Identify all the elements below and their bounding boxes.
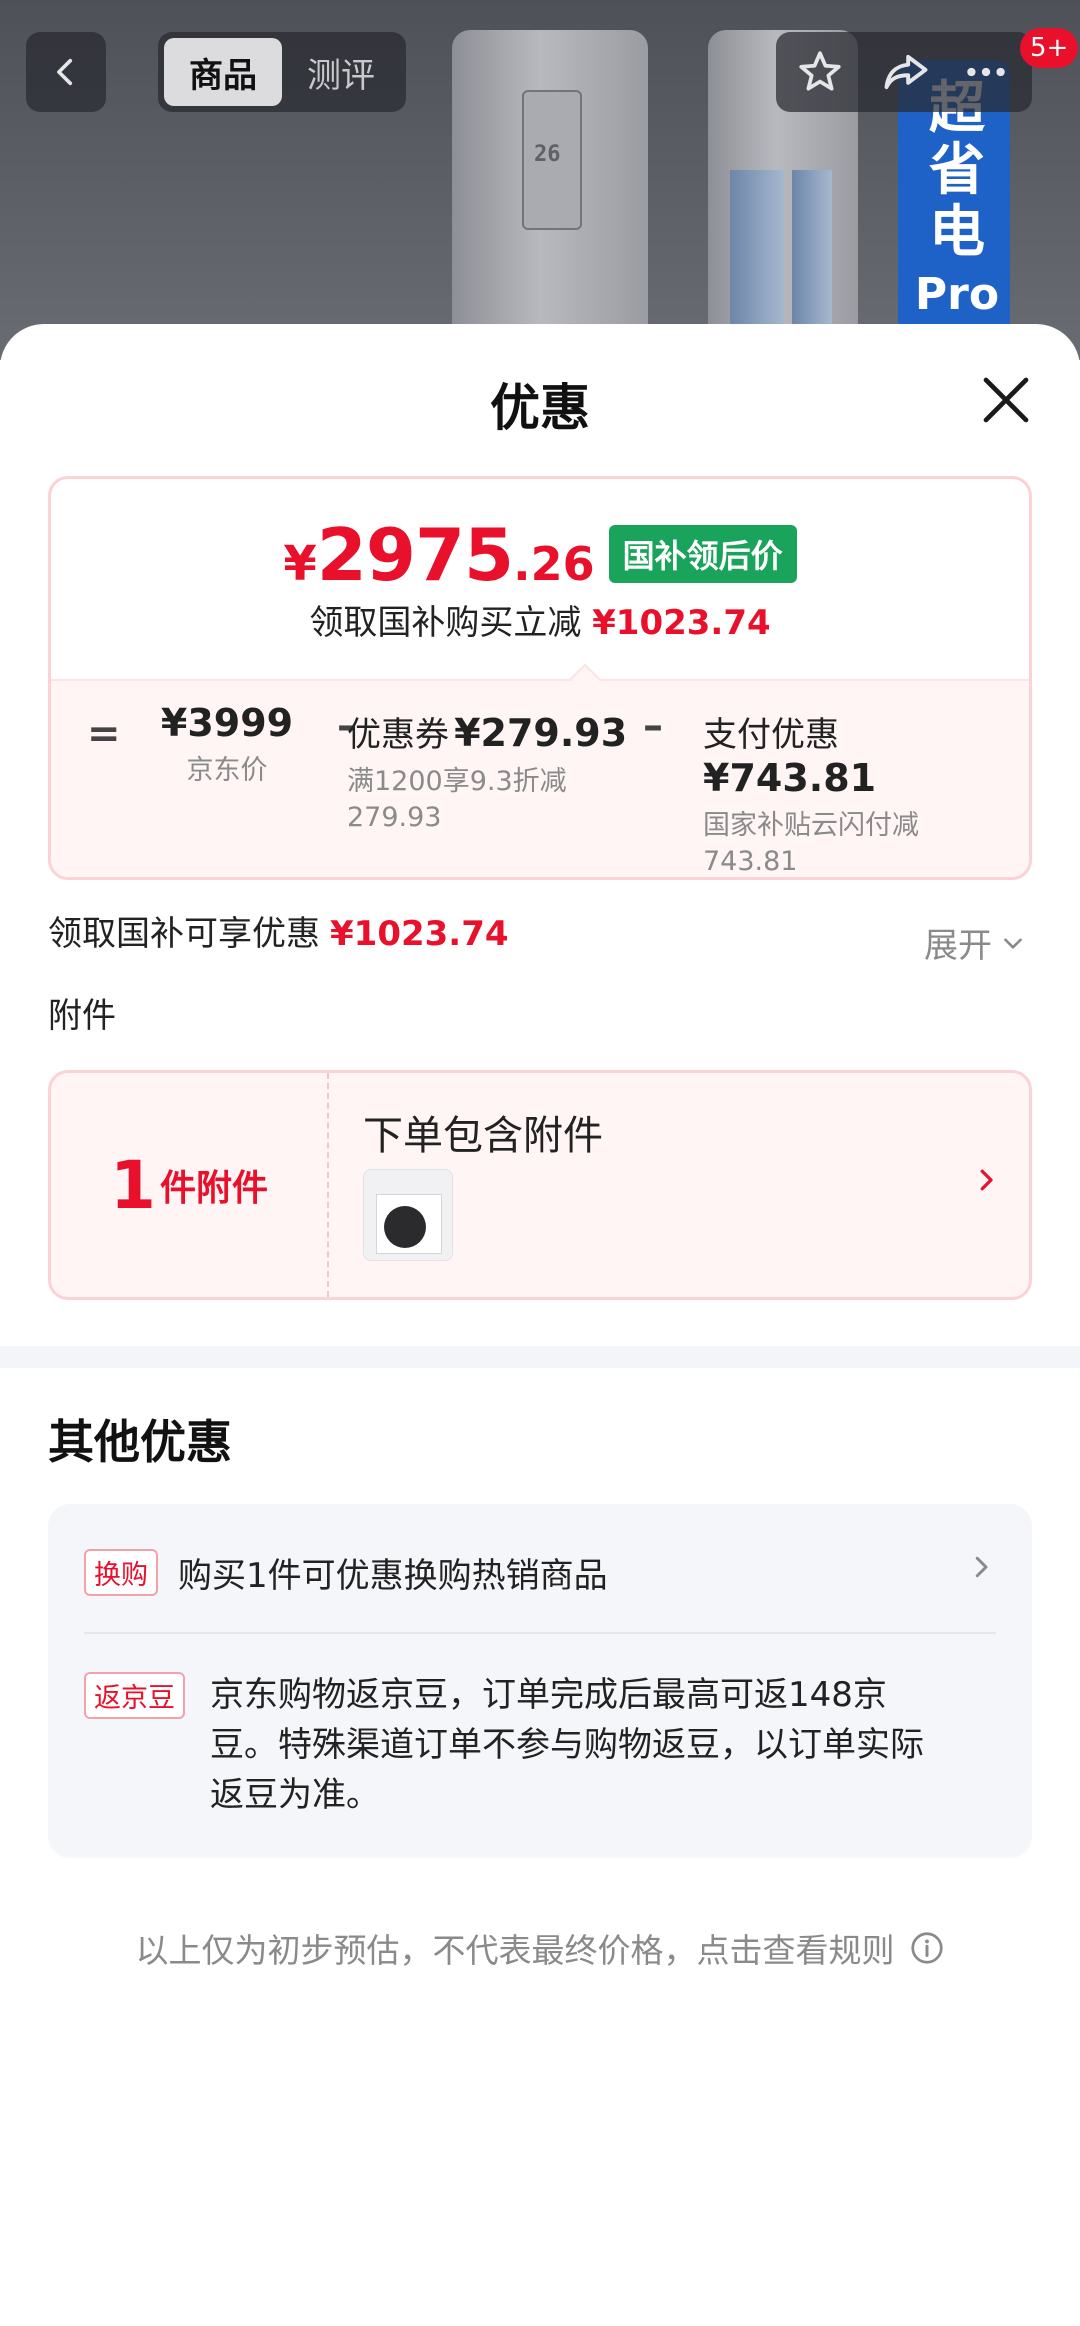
more-button[interactable] <box>956 42 1016 102</box>
info-icon <box>910 1932 943 1964</box>
price-disclaimer[interactable]: 以上仅为初步预估，不代表最终价格，点击查看规则 <box>0 1924 1080 1972</box>
other-offers-title: 其他优惠 <box>48 1415 232 1469</box>
sheet-title: 优惠 <box>490 379 590 437</box>
trade-in-tag: 换购 <box>84 1549 158 1596</box>
final-price-row: ¥ 2975 .26 国补领后价 <box>51 513 1029 597</box>
jingdou-tag: 返京豆 <box>84 1672 185 1719</box>
accessory-thumbnail <box>363 1169 453 1261</box>
accessory-title: 下单包含附件 <box>363 1113 603 1159</box>
jingdou-text: 京东购物返京豆，订单完成后最高可返148京豆。特殊渠道订单不参与购物返豆，以订单… <box>210 1675 924 1815</box>
trade-in-offer-row[interactable]: 换购 购买1件可优惠换购热销商品 <box>84 1548 996 1597</box>
price-breakdown-card: ¥ 2975 .26 国补领后价 领取国补购买立减 ¥1023.74 = ¥39… <box>48 476 1032 880</box>
product-header: 26 超 省 电 Pro 商品 测评 5+ <box>0 0 1080 360</box>
tab-reviews[interactable]: 测评 <box>282 38 400 106</box>
subsidy-reduce-line: 领取国补购买立减 ¥1023.74 <box>309 603 771 643</box>
product-image-unit-left: 26 <box>452 30 648 360</box>
calc-payment: 支付优惠 ¥743.81 国家补贴云闪付减743.81 <box>703 715 919 877</box>
notification-badge: 5+ <box>1020 28 1079 68</box>
accessory-section-label: 附件 <box>48 996 116 1036</box>
calc-equals: = <box>87 711 121 757</box>
favorite-button[interactable] <box>790 42 850 102</box>
chevron-left-icon <box>57 58 73 86</box>
fan-icon <box>384 1206 426 1248</box>
chevron-right-icon <box>980 1169 993 1191</box>
dashed-divider <box>327 1073 329 1297</box>
star-icon <box>799 51 841 91</box>
accessory-count: 1 件附件 <box>110 1146 268 1224</box>
expand-button[interactable]: 展开 <box>924 918 1026 967</box>
unit-display-reading: 26 <box>534 142 561 167</box>
section-separator <box>0 1346 1080 1368</box>
close-icon[interactable] <box>976 370 1036 430</box>
back-button[interactable] <box>26 32 106 112</box>
banner-text: 超 省 电 Pro <box>914 78 1000 321</box>
tab-product[interactable]: 商品 <box>164 38 282 106</box>
calc-base-price: ¥3999 京东价 <box>160 701 294 786</box>
final-price: ¥ 2975 .26 <box>283 513 595 597</box>
share-button[interactable] <box>876 42 936 102</box>
share-icon <box>884 54 928 90</box>
accessory-card[interactable]: 1 件附件 下单包含附件 <box>48 1070 1032 1300</box>
subsidy-summary: 领取国补可享优惠 ¥1023.74 <box>48 914 509 954</box>
chevron-down-icon <box>1004 937 1022 949</box>
more-dots-icon <box>967 67 1005 77</box>
discount-sheet: 优惠 ¥ 2975 .26 国补领后价 领取国补购买立减 ¥1023.74 = … <box>0 324 1080 2326</box>
subsidy-price-tag: 国补领后价 <box>608 525 797 583</box>
divider <box>84 1632 996 1634</box>
header-tab-switcher: 商品 测评 <box>158 32 406 112</box>
other-offers-card: 换购 购买1件可优惠换购热销商品 返京豆 京东购物返京豆，订单完成后最高可返14… <box>48 1504 1032 1858</box>
calc-coupon: 优惠券 ¥279.93 满1200享9.3折减279.93 <box>347 711 628 833</box>
chevron-right-icon <box>975 1556 988 1578</box>
header-actions <box>776 32 1032 112</box>
calc-minus-2: – <box>643 703 663 749</box>
trade-in-text: 购买1件可优惠换购热销商品 <box>178 1556 608 1596</box>
